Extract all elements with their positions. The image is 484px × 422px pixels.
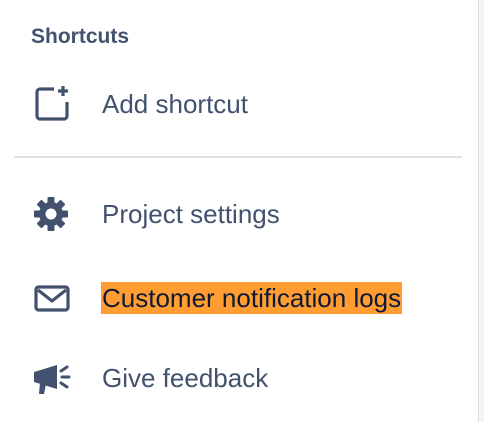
- megaphone-icon: [31, 358, 75, 398]
- shortcuts-heading: Shortcuts: [31, 25, 130, 48]
- customer-notification-logs-label: Customer notification logs: [101, 282, 403, 314]
- add-shortcut-label: Add shortcut: [102, 89, 248, 119]
- section-divider: [14, 156, 462, 158]
- add-shortcut-button[interactable]: Add shortcut: [31, 84, 248, 124]
- project-settings-link[interactable]: Project settings: [31, 194, 280, 234]
- give-feedback-label: Give feedback: [102, 363, 269, 393]
- envelope-icon: [31, 278, 75, 318]
- add-shortcut-icon: [31, 84, 75, 124]
- gear-icon: [31, 194, 75, 234]
- project-settings-label: Project settings: [102, 199, 280, 229]
- customer-notification-logs-link[interactable]: Customer notification logs: [31, 278, 403, 318]
- give-feedback-link[interactable]: Give feedback: [31, 358, 268, 398]
- sidebar-edge: [478, 0, 484, 422]
